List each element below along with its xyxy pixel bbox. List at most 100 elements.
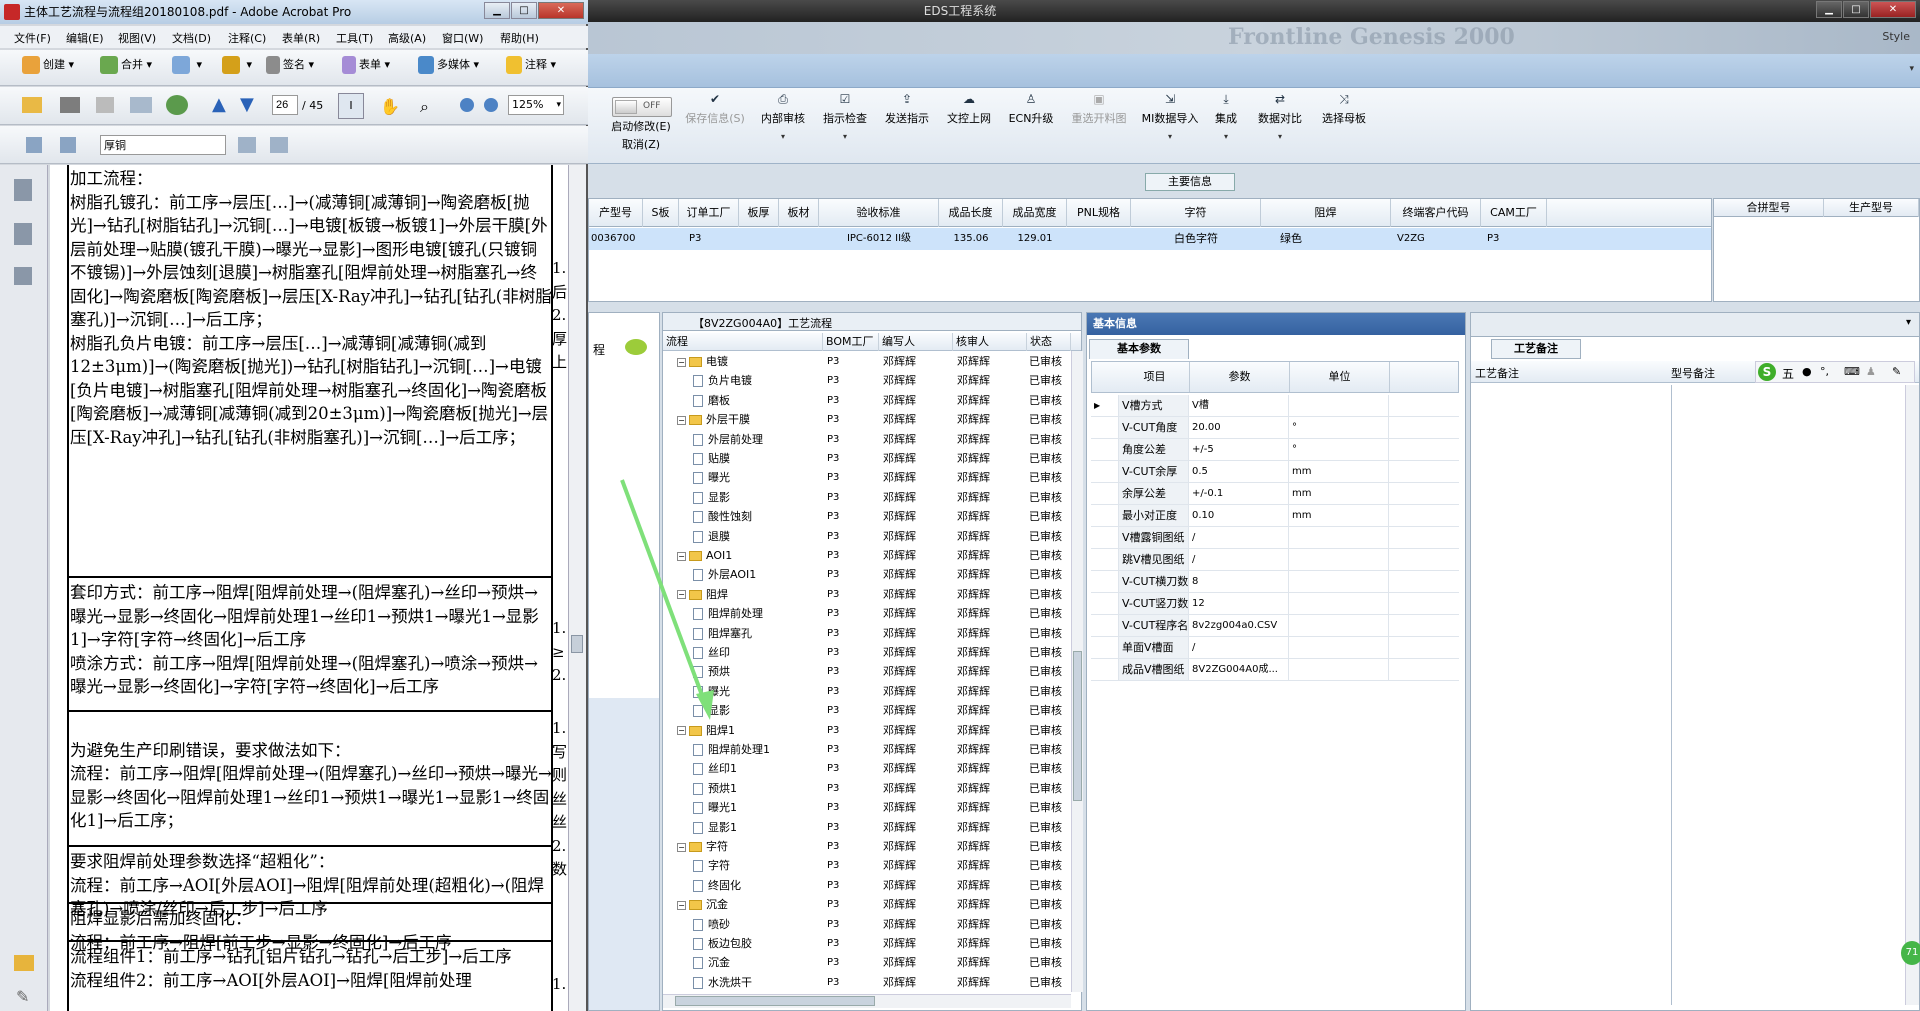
param-value[interactable]: 0.5 xyxy=(1189,461,1289,482)
cancel-edit-label[interactable]: 取消(Z) xyxy=(606,136,676,152)
menu-document[interactable]: 文档(D) xyxy=(172,30,211,46)
col-header[interactable]: 成品长度 xyxy=(939,199,1003,227)
flow-group-row[interactable]: − 字符 P3 邓辉辉 邓辉辉 已审核 xyxy=(663,837,1071,856)
menu-help[interactable]: 帮助(H) xyxy=(500,30,539,46)
col-header[interactable]: 终端客户代码 xyxy=(1391,199,1481,227)
collapse-toggle-icon[interactable]: − xyxy=(677,842,686,852)
acrobat-close-button[interactable]: ✕ xyxy=(538,2,584,19)
doc-control-upload-button[interactable]: ☁ 文控上网 xyxy=(940,88,998,162)
flow-step-row[interactable]: 外层前处理 P3 邓辉辉 邓辉辉 已审核 xyxy=(663,430,1071,449)
col-header[interactable]: 工艺备注 xyxy=(1475,365,1519,381)
param-row[interactable]: V-CUT竖刀数 12 xyxy=(1091,593,1459,615)
attachments-icon[interactable]: ✎ xyxy=(16,987,29,1006)
data-compare-button[interactable]: ⇄ 数据对比 ▾ xyxy=(1250,88,1310,162)
select-tool-icon[interactable]: I xyxy=(338,93,364,119)
collapse-toggle-icon[interactable]: − xyxy=(677,415,686,425)
col-header[interactable]: 单位 xyxy=(1290,362,1390,392)
param-value[interactable]: 8V2ZG004A0成... xyxy=(1189,659,1289,680)
col-header[interactable]: 合拼型号 xyxy=(1714,199,1824,217)
flow-step-row[interactable]: 贴膜 P3 邓辉辉 邓辉辉 已审核 xyxy=(663,449,1071,468)
flow-step-row[interactable]: 终固化 P3 邓辉辉 邓辉辉 已审核 xyxy=(663,876,1071,895)
param-value[interactable]: / xyxy=(1189,549,1289,570)
acrobat-minimize-button[interactable]: ▁ xyxy=(484,2,510,19)
param-row[interactable]: V-CUT角度 20.00 ° xyxy=(1091,417,1459,439)
flow-group-row[interactable]: − 阻焊1 P3 邓辉辉 邓辉辉 已审核 xyxy=(663,721,1071,740)
col-header[interactable]: 状态 xyxy=(1027,333,1071,351)
col-header[interactable]: PNL规格 xyxy=(1067,199,1131,227)
find-previous-icon[interactable] xyxy=(238,137,256,153)
ribbon-expand-icon[interactable]: ▾ xyxy=(1909,64,1914,74)
zoom-tool-icon[interactable]: ⌕ xyxy=(420,97,429,117)
menu-advanced[interactable]: 高级(A) xyxy=(388,30,426,46)
flow-step-row[interactable]: 水洗烘干 P3 邓辉辉 邓辉辉 已审核 xyxy=(663,973,1071,992)
menu-comments[interactable]: 注释(C) xyxy=(228,30,266,46)
flow-step-row[interactable]: 曝光 P3 邓辉辉 邓辉辉 已审核 xyxy=(663,468,1071,487)
col-header[interactable]: 编写人 xyxy=(879,333,953,351)
save-icon[interactable] xyxy=(96,97,114,113)
collapse-icon[interactable]: ▾ xyxy=(1906,317,1911,328)
flow-step-row[interactable]: 阻焊前处理 P3 邓辉辉 邓辉辉 已审核 xyxy=(663,604,1071,623)
instruction-check-button[interactable]: ☑ 指示检查 ▾ xyxy=(816,88,874,162)
menu-edit[interactable]: 编辑(E) xyxy=(66,30,104,46)
comment-icon[interactable] xyxy=(625,339,647,355)
flow-step-row[interactable]: 显影1 P3 邓辉辉 邓辉辉 已审核 xyxy=(663,818,1071,837)
scroll-thumb[interactable] xyxy=(1073,651,1082,801)
ime-mode[interactable]: 五 xyxy=(1782,365,1794,382)
mi-import-button[interactable]: ⇲ MI数据导入 ▾ xyxy=(1138,88,1202,162)
col-header[interactable]: 验收标准 xyxy=(819,199,939,227)
param-row[interactable]: 单面V槽面 / xyxy=(1091,637,1459,659)
find-input[interactable] xyxy=(100,135,226,155)
param-value[interactable]: V槽 xyxy=(1189,395,1289,416)
find-next-icon[interactable] xyxy=(270,137,288,153)
user-icon[interactable]: ♟ xyxy=(1866,365,1876,378)
menu-tools[interactable]: 工具(T) xyxy=(336,30,373,46)
punctuation-icon[interactable]: °, xyxy=(1820,365,1829,378)
select-mother-board-button[interactable]: ⤨ 选择母板 xyxy=(1314,88,1374,162)
col-header[interactable]: 项目 xyxy=(1120,362,1190,392)
flow-step-row[interactable]: 负片电镀 P3 邓辉辉 邓辉辉 已审核 xyxy=(663,371,1071,390)
flow-step-row[interactable]: 板边包胶 P3 邓辉辉 邓辉辉 已审核 xyxy=(663,934,1071,953)
param-row[interactable]: 成品V槽图纸 8V2ZG004A0成... xyxy=(1091,659,1459,681)
forms-button[interactable]: 表单 ▾ xyxy=(342,56,390,74)
param-value[interactable]: 8v2zg004a0.CSV xyxy=(1189,615,1289,636)
flow-step-row[interactable]: 显影 P3 邓辉辉 邓辉辉 已审核 xyxy=(663,701,1071,720)
flow-step-row[interactable]: 曝光 P3 邓辉辉 邓辉辉 已审核 xyxy=(663,682,1071,701)
param-value[interactable]: 0.10 xyxy=(1189,505,1289,526)
zoom-select[interactable]: 125% ▾ xyxy=(508,95,564,115)
col-header[interactable]: S板 xyxy=(643,199,679,227)
wrench-icon[interactable]: ✎ xyxy=(1892,365,1901,378)
col-header[interactable]: 订单工厂 xyxy=(679,199,739,227)
zoom-out-icon[interactable] xyxy=(460,98,474,112)
menu-forms[interactable]: 表单(R) xyxy=(282,30,320,46)
bookmarks-icon[interactable] xyxy=(14,223,32,245)
menu-file[interactable]: 文件(F) xyxy=(14,30,51,46)
flow-group-row[interactable]: − 外层干膜 P3 邓辉辉 邓辉辉 已审核 xyxy=(663,410,1071,429)
param-row[interactable]: V-CUT横刀数 8 xyxy=(1091,571,1459,593)
comments-icon[interactable] xyxy=(14,955,34,971)
param-value[interactable]: +/-5 xyxy=(1189,439,1289,460)
moon-icon[interactable]: ● xyxy=(1802,365,1812,378)
ime-logo-icon[interactable]: S xyxy=(1758,363,1776,381)
flow-step-row[interactable]: 磨板 P3 邓辉辉 邓辉辉 已审核 xyxy=(663,391,1071,410)
acrobat-maximize-button[interactable]: □ xyxy=(511,2,537,19)
param-row[interactable]: ▶ V槽方式 V槽 xyxy=(1091,395,1459,417)
flow-step-row[interactable]: 曝光1 P3 邓辉辉 邓辉辉 已审核 xyxy=(663,798,1071,817)
flow-step-row[interactable]: 字符 P3 邓辉辉 邓辉辉 已审核 xyxy=(663,856,1071,875)
flow-step-row[interactable]: 酸性蚀刻 P3 邓辉辉 邓辉辉 已审核 xyxy=(663,507,1071,526)
style-label[interactable]: Style xyxy=(1882,30,1910,43)
flow-step-row[interactable]: 阻焊前处理1 P3 邓辉辉 邓辉辉 已审核 xyxy=(663,740,1071,759)
col-header[interactable]: 型号备注 xyxy=(1671,365,1715,381)
reselect-cutting-button[interactable]: ▣ 重选开料图 xyxy=(1064,88,1134,162)
hand-tool-icon[interactable]: ✋ xyxy=(380,97,400,116)
flow-step-row[interactable]: 丝印1 P3 邓辉辉 邓辉辉 已审核 xyxy=(663,759,1071,778)
create-button[interactable]: 创建 ▾ xyxy=(22,56,74,74)
collapse-toggle-icon[interactable]: − xyxy=(677,357,686,367)
param-row[interactable]: V-CUT程序名 8v2zg004a0.CSV xyxy=(1091,615,1459,637)
flow-step-row[interactable]: 阻焊塞孔 P3 邓辉辉 邓辉辉 已审核 xyxy=(663,624,1071,643)
col-header[interactable]: 成品宽度 xyxy=(1003,199,1067,227)
param-value[interactable]: 20.00 xyxy=(1189,417,1289,438)
pages-icon[interactable] xyxy=(14,179,32,201)
param-value[interactable]: / xyxy=(1189,527,1289,548)
param-row[interactable]: V槽露铜图纸 / xyxy=(1091,527,1459,549)
param-value[interactable]: 8 xyxy=(1189,571,1289,592)
